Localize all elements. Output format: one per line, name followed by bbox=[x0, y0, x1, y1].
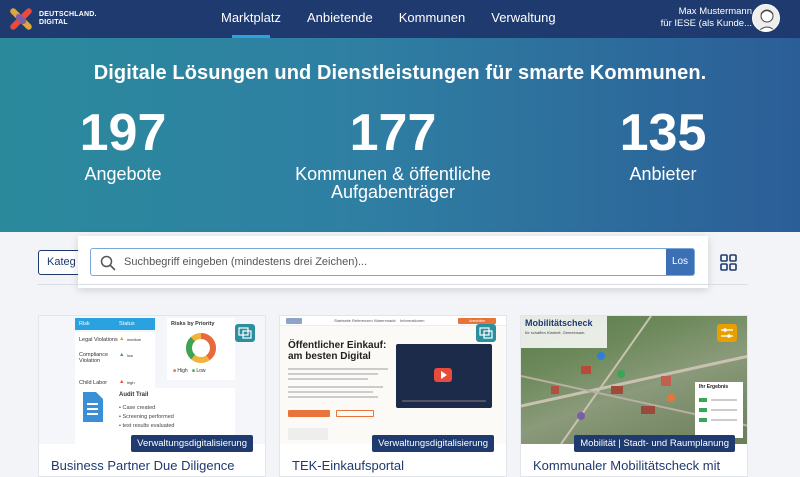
nav-links: Marktplatz Anbietende Kommunen Verwaltun… bbox=[208, 0, 569, 38]
offer-card[interactable]: Risk Status Legal Violations Compliance … bbox=[38, 315, 266, 477]
table-cell: Child Labor bbox=[79, 380, 108, 386]
legend-entry: Low bbox=[196, 368, 206, 374]
site-menu-item: Startseite bbox=[334, 318, 351, 323]
logo[interactable]: DEUTSCHLAND. DIGITAL bbox=[6, 4, 97, 34]
warning-icon: ▲ bbox=[119, 336, 125, 342]
table-header: Status bbox=[119, 321, 135, 327]
stat-label: Anbieter bbox=[629, 164, 697, 184]
avatar[interactable] bbox=[752, 4, 780, 32]
nav-link-verwaltung[interactable]: Verwaltung bbox=[478, 0, 568, 38]
search-input[interactable] bbox=[124, 252, 654, 272]
risk-chart: Risks by Priority ■ High ■ Low bbox=[167, 318, 235, 380]
stat-value: 197 bbox=[79, 104, 167, 162]
offer-card[interactable]: Startseite Referenzen Warenmarkt Informa… bbox=[279, 315, 507, 477]
compare-button[interactable] bbox=[235, 324, 255, 342]
stat-angebote: 197 Angebote bbox=[60, 105, 186, 183]
nav-link-marktplatz[interactable]: Marktplatz bbox=[208, 0, 294, 38]
grid-view-icon[interactable] bbox=[720, 254, 737, 271]
partner-logo-icon bbox=[288, 428, 328, 440]
donut-chart-icon bbox=[186, 333, 216, 363]
logo-icon bbox=[6, 4, 36, 34]
warning-icon: ▲ bbox=[119, 379, 125, 385]
stat-label: Angebote bbox=[84, 164, 162, 184]
audit-title: Audit Trail bbox=[119, 392, 149, 398]
search-box: Los bbox=[90, 248, 695, 276]
sliders-icon bbox=[721, 328, 733, 338]
offer-card[interactable]: Mobilitätscheck für schaffen Klarheit. G… bbox=[520, 315, 748, 477]
card-title[interactable]: Business Partner Due Diligence bbox=[51, 458, 235, 473]
card-title[interactable]: Kommunaler Mobilitätscheck mit bbox=[533, 458, 720, 473]
site-logo-icon bbox=[286, 318, 302, 324]
site-menu-item: Informationen bbox=[400, 318, 425, 323]
search-panel: Los bbox=[78, 236, 708, 288]
warning-icon: ▲ bbox=[119, 352, 125, 358]
card-title[interactable]: TEK-Einkaufsportal bbox=[292, 458, 404, 473]
document-icon bbox=[83, 392, 103, 422]
hero-title: Digitale Lösungen und Dienstleistungen f… bbox=[93, 62, 707, 84]
audit-item: Screening performed bbox=[122, 414, 174, 420]
site-headline: Öffentlicher Einkauf: bbox=[288, 340, 387, 351]
stat-value: 135 bbox=[619, 104, 707, 162]
site-button bbox=[336, 410, 374, 417]
play-icon bbox=[434, 368, 452, 382]
risk-level: medium bbox=[127, 337, 142, 342]
hero-banner: Digitale Lösungen und Dienstleistungen f… bbox=[0, 38, 800, 232]
search-button[interactable]: Los bbox=[666, 249, 694, 275]
filter-button[interactable] bbox=[717, 324, 737, 342]
audit-item: Case created bbox=[122, 405, 156, 411]
logo-text: DEUTSCHLAND. DIGITAL bbox=[39, 11, 97, 26]
category-badge: Verwaltungsdigitalisierung bbox=[372, 435, 494, 452]
user-name: Max Mustermann bbox=[678, 6, 752, 17]
table-cell: Legal Violations bbox=[79, 337, 118, 343]
nav-link-anbietende[interactable]: Anbietende bbox=[294, 0, 386, 38]
card-thumbnail: Mobilitätscheck für schaffen Klarheit. G… bbox=[521, 316, 747, 444]
search-icon bbox=[100, 255, 116, 271]
site-menu-item: Warenmarkt bbox=[374, 318, 396, 323]
category-badge: Verwaltungsdigitalisierung bbox=[131, 435, 253, 452]
stat-anbieter: 135 Anbieter bbox=[600, 105, 726, 183]
card-thumbnail: Startseite Referenzen Warenmarkt Informa… bbox=[280, 316, 506, 444]
site-headline: am besten Digital bbox=[288, 351, 371, 362]
chart-title: Risks by Priority bbox=[171, 321, 215, 327]
risk-level: low bbox=[127, 353, 134, 358]
thumb-subtitle: für schaffen Klarheit. Gemeinsam. bbox=[525, 330, 586, 335]
user-role: für IESE (als Kunde... bbox=[660, 18, 752, 29]
site-body-text bbox=[288, 368, 388, 401]
nav-link-kommunen[interactable]: Kommunen bbox=[386, 0, 478, 38]
compare-button[interactable] bbox=[476, 324, 496, 342]
compare-icon bbox=[479, 327, 493, 339]
stat-label: Kommunen & öffentliche Aufgabenträger bbox=[295, 164, 491, 202]
video-player bbox=[396, 344, 492, 408]
table-header: Risk bbox=[79, 321, 90, 327]
risk-level: high bbox=[127, 380, 135, 385]
site-menu-item: Referenzen bbox=[352, 318, 373, 323]
result-title: Ihr Ergebnis bbox=[699, 384, 729, 390]
stat-kommunen: 177 Kommunen & öffentliche Aufgabenträge… bbox=[270, 105, 516, 201]
top-nav: DEUTSCHLAND. DIGITAL Marktplatz Anbieten… bbox=[0, 0, 800, 38]
legend-entry: High bbox=[177, 368, 188, 374]
card-thumbnail: Risk Status Legal Violations Compliance … bbox=[39, 316, 265, 444]
user-avatar-icon bbox=[753, 5, 779, 31]
compare-icon bbox=[238, 327, 252, 339]
stat-value: 177 bbox=[349, 104, 437, 162]
category-badge: Mobilität | Stadt- und Raumplanung bbox=[574, 435, 735, 452]
user-menu[interactable]: Max Mustermann für IESE (als Kunde... bbox=[661, 6, 752, 30]
audit-item: test results evaluated bbox=[122, 423, 175, 429]
thumb-title: Mobilitätscheck bbox=[525, 318, 593, 328]
toolbar-divider bbox=[38, 284, 748, 285]
site-button bbox=[288, 410, 330, 417]
table-cell: Compliance Violation bbox=[79, 352, 109, 364]
